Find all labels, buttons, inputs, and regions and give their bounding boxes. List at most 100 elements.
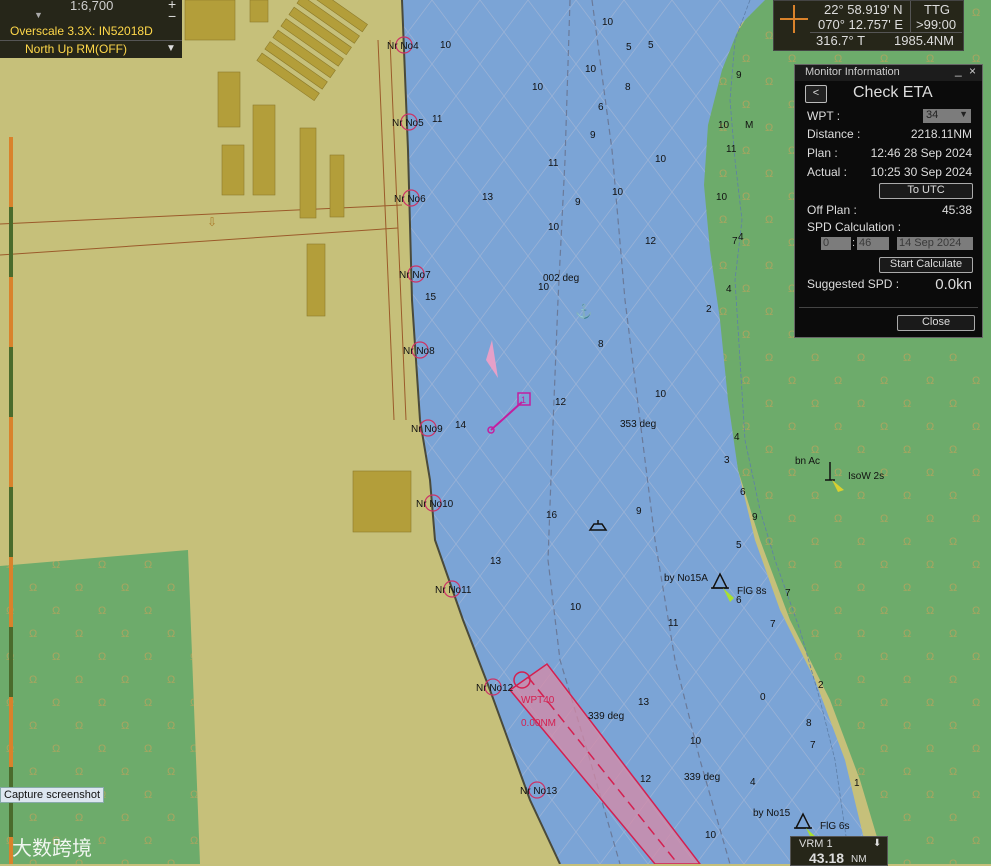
depth-sounding: 5 xyxy=(648,40,654,51)
close-icon[interactable]: × xyxy=(969,64,976,78)
suggested-spd-value: 0.0kn xyxy=(935,276,972,293)
depth-sounding: 10 xyxy=(655,154,667,165)
scale-status-box: ▼ 1:6,700 + − Overscale 3.3X: IN52018D N… xyxy=(0,0,182,58)
depth-sounding: 7 xyxy=(810,740,816,751)
course-label: 339 deg xyxy=(588,711,624,722)
depth-sounding: 10 xyxy=(716,192,728,203)
depth-sounding: 7 xyxy=(785,588,791,599)
buoy-label: Nr No12 xyxy=(476,683,514,694)
start-calculate-button[interactable]: Start Calculate xyxy=(879,257,973,273)
depth-sounding: 9 xyxy=(636,506,642,517)
check-eta-title: Check ETA xyxy=(853,84,933,101)
depth-sounding: 6 xyxy=(740,487,746,498)
off-plan-value: 45:38 xyxy=(941,203,972,217)
cursor-lat: 22° 58.919' N xyxy=(824,2,903,17)
depth-sounding: 10 xyxy=(612,187,624,198)
depth-sounding: 16 xyxy=(546,510,558,521)
depth-sounding: 9 xyxy=(575,197,581,208)
depth-sounding: 4 xyxy=(738,232,744,243)
depth-sounding: 8 xyxy=(625,82,631,93)
depth-sounding: 14 xyxy=(455,420,467,431)
route-wpt-label: WPT40 xyxy=(521,695,555,706)
orientation-label: North Up RM(OFF) xyxy=(25,42,127,56)
wpt-value: 34 xyxy=(926,109,939,121)
anchor-icon: ⚓ xyxy=(575,303,592,320)
to-utc-button[interactable]: To UTC xyxy=(879,183,973,199)
route-dist-label: 0.00NM xyxy=(521,718,556,729)
depth-sounding: 10 xyxy=(585,64,597,75)
depth-sounding: 11 xyxy=(432,114,443,125)
left-scale-bar xyxy=(9,137,13,864)
plan-label: Plan : xyxy=(807,146,838,160)
depth-sounding: 2 xyxy=(706,304,712,315)
buoy-label: Nr No7 xyxy=(399,270,431,281)
close-button[interactable]: Close xyxy=(897,315,975,331)
depth-sounding: 5 xyxy=(626,42,632,53)
depth-sounding: 12 xyxy=(640,774,652,785)
land-mark-icon: ⇩ xyxy=(207,215,217,229)
depth-sounding: 11 xyxy=(548,158,559,169)
depth-sounding: 10 xyxy=(655,389,667,400)
beacon-light-label: FlG 6s xyxy=(820,821,849,832)
actual-label: Actual : xyxy=(807,165,848,179)
panel-title: Monitor Information xyxy=(805,66,900,78)
actual-value: 10:25 30 Sep 2024 xyxy=(870,165,972,179)
spd-hour-input[interactable]: 0 xyxy=(821,237,851,250)
minimize-icon[interactable]: _ xyxy=(955,63,962,77)
wpt-label: WPT : xyxy=(807,109,841,123)
depth-sounding: 3 xyxy=(724,455,730,466)
depth-sounding: 10 xyxy=(532,82,544,93)
orientation-select[interactable]: North Up RM(OFF) ▼ xyxy=(0,40,182,58)
zoom-out-button[interactable]: − xyxy=(168,8,176,24)
buoy-label: Nr No9 xyxy=(411,424,443,435)
vrm-box[interactable]: VRM 1 ⬇ 43.18 NM xyxy=(790,836,888,866)
depth-sounding: 8 xyxy=(806,718,812,729)
buoy-label: Nr No13 xyxy=(520,786,558,797)
alert-icon: ▼ xyxy=(34,10,43,20)
depth-sounding: 0 xyxy=(760,692,766,703)
buoy-label: Nr No11 xyxy=(435,585,472,596)
spd-date-input[interactable]: 14 Sep 2024 xyxy=(897,237,973,250)
depth-sounding: 1 xyxy=(854,778,860,789)
depth-sounding: 6 xyxy=(736,595,742,606)
crosshair-icon xyxy=(780,5,808,33)
vrm-arrow-icon[interactable]: ⬇ xyxy=(873,838,881,849)
depth-sounding: 10 xyxy=(602,17,614,28)
panel-header[interactable]: Monitor Information _ × xyxy=(795,63,982,81)
chart-letter-label: M xyxy=(745,120,753,131)
depth-sounding: 13 xyxy=(482,192,494,203)
scale-label: 1:6,700 xyxy=(70,0,114,13)
depth-sounding: 12 xyxy=(645,236,657,247)
off-plan-label: Off Plan : xyxy=(807,203,857,217)
ttg-label: TTG xyxy=(924,2,950,17)
depth-sounding: 10 xyxy=(548,222,560,233)
light-label: bn Ac xyxy=(795,456,820,467)
depth-sounding: 10 xyxy=(538,282,550,293)
depth-sounding: 9 xyxy=(752,512,758,523)
depth-sounding: 6 xyxy=(598,102,604,113)
depth-sounding: 13 xyxy=(638,697,650,708)
cursor-bearing: 316.7° T xyxy=(816,33,866,48)
depth-sounding: 9 xyxy=(736,70,742,81)
monitor-information-panel: Monitor Information _ × < Check ETA WPT … xyxy=(794,63,983,338)
vrm-label: VRM 1 xyxy=(799,838,833,850)
vrm-unit: NM xyxy=(851,854,867,865)
beacon-label: by No15A xyxy=(664,573,708,584)
depth-sounding: 4 xyxy=(734,432,740,443)
distance-value: 2218.11NM xyxy=(910,127,972,141)
wpt-select[interactable]: 34 ▼ xyxy=(923,109,971,123)
cursor-info-box: 22° 58.919' N 070° 12.757' E 316.7° T TT… xyxy=(773,0,964,51)
depth-sounding: 2 xyxy=(818,680,824,691)
depth-sounding: 10 xyxy=(718,120,730,131)
depth-sounding: 11 xyxy=(726,144,737,155)
depth-sounding: 5 xyxy=(736,540,742,551)
depth-sounding: 4 xyxy=(726,284,732,295)
spd-minute-input[interactable]: 46 xyxy=(857,237,889,250)
back-button[interactable]: < xyxy=(805,85,827,103)
green-marsh-west-pattern xyxy=(0,550,200,864)
depth-sounding: 15 xyxy=(425,292,437,303)
course-label: 353 deg xyxy=(620,419,656,430)
capture-screenshot-tooltip: Capture screenshot xyxy=(0,787,104,803)
depth-sounding: 10 xyxy=(570,602,582,613)
buoy-label: Nr No6 xyxy=(394,194,426,205)
